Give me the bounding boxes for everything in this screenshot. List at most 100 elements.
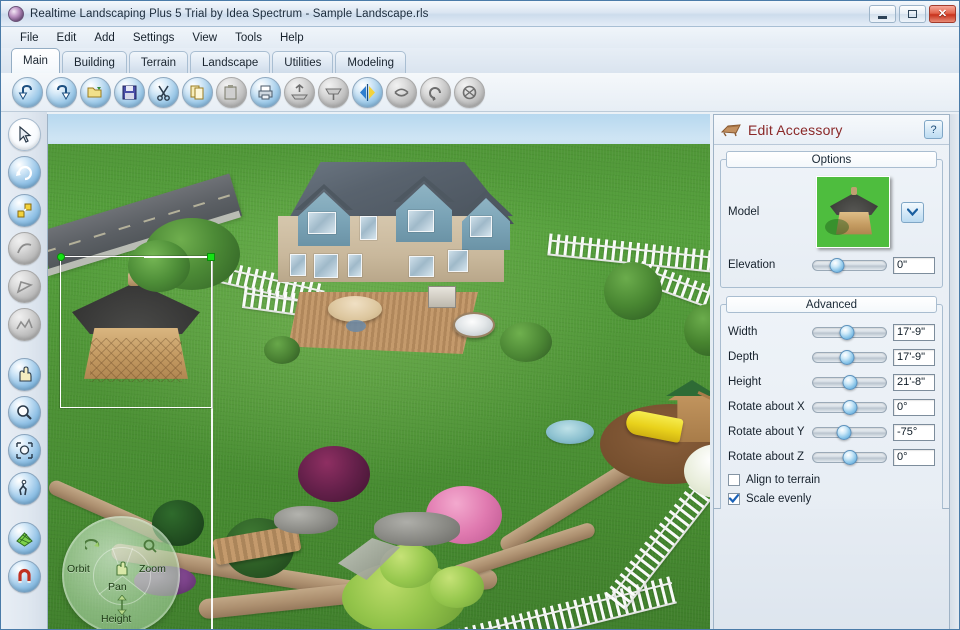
tab-utilities[interactable]: Utilities [272, 51, 334, 73]
select-arrow-button[interactable] [7, 118, 41, 151]
nav-label-height[interactable]: Height [101, 613, 131, 625]
house-window [348, 254, 362, 277]
grill [428, 286, 456, 308]
advanced-row-value[interactable]: 17'-9" [893, 348, 935, 366]
rock-cluster-upper [274, 506, 338, 534]
advanced-row: Rotate about Y -75° [728, 421, 935, 443]
nav-height-icon [117, 595, 127, 615]
menu-item-view[interactable]: View [183, 30, 226, 46]
redo-button[interactable] [46, 76, 77, 108]
walkthrough-button[interactable] [7, 472, 41, 505]
pan-hand-button[interactable] [7, 358, 41, 391]
tab-modeling[interactable]: Modeling [335, 51, 407, 73]
help-button[interactable]: ? [924, 120, 943, 139]
magnet-snap-icon [17, 568, 31, 583]
close-button[interactable]: ✕ [929, 5, 956, 23]
window-title: Realtime Landscaping Plus 5 Trial by Ide… [30, 7, 429, 20]
magnet-snap-button[interactable] [7, 560, 41, 593]
advanced-row-slider[interactable] [812, 374, 887, 390]
model-dropdown-button[interactable] [901, 201, 924, 223]
rotate-right-icon [462, 85, 477, 99]
draw-freehand-button [7, 308, 41, 341]
house-window [360, 216, 377, 240]
scene-render: Orbit Zoom Pan Height [48, 114, 710, 629]
title-bar: Realtime Landscaping Plus 5 Trial by Ide… [1, 1, 959, 27]
rotate-right-button [454, 76, 485, 108]
align-top-button [284, 76, 315, 108]
mirror-button[interactable] [352, 76, 383, 108]
grid-button[interactable] [7, 522, 41, 555]
cut-button[interactable] [148, 76, 179, 108]
advanced-row-value[interactable]: 0° [893, 398, 935, 416]
patio-umbrella [328, 296, 382, 322]
tab-building[interactable]: Building [61, 51, 127, 73]
pond [546, 420, 594, 444]
elevation-value[interactable]: 0" [893, 256, 935, 274]
checkbox-row[interactable]: Scale evenly [728, 490, 935, 507]
advanced-row-value[interactable]: -75° [893, 423, 935, 441]
advanced-row-label: Depth [728, 351, 759, 363]
advanced-row-slider-thumb[interactable] [842, 399, 857, 415]
model-row: Model [728, 176, 935, 248]
open-folder-button[interactable] [80, 76, 111, 108]
zoom-magnifier-button[interactable] [7, 396, 41, 429]
tab-main[interactable]: Main [11, 48, 60, 73]
maximize-button[interactable] [899, 5, 926, 23]
nav-label-pan[interactable]: Pan [108, 581, 127, 593]
menu-item-add[interactable]: Add [85, 30, 123, 46]
menu-item-tools[interactable]: Tools [226, 30, 271, 46]
advanced-row-slider[interactable] [812, 424, 887, 440]
advanced-row-slider-thumb[interactable] [842, 374, 858, 390]
navigation-wheel[interactable]: Orbit Zoom Pan Height [62, 516, 180, 629]
3d-viewport[interactable]: Orbit Zoom Pan Height [47, 114, 710, 629]
minimize-button[interactable] [869, 5, 896, 23]
advanced-row-slider[interactable] [812, 449, 887, 465]
save-button[interactable] [114, 76, 145, 108]
checkbox-row[interactable]: Align to terrain [728, 471, 935, 488]
nav-label-orbit[interactable]: Orbit [67, 563, 90, 575]
tree-right-back [604, 262, 662, 320]
window-controls: ✕ [869, 5, 956, 23]
nav-orbit-icon [85, 539, 100, 550]
checkbox-label: Scale evenly [746, 492, 812, 505]
advanced-row-value[interactable]: 17'-9" [893, 323, 935, 341]
move-tool-button[interactable] [7, 194, 41, 227]
rotate-tool-button[interactable] [7, 156, 41, 189]
tab-strip: Main Building Terrain Landscape Utilities Mod… [1, 48, 959, 73]
advanced-row-slider-thumb[interactable] [839, 349, 855, 365]
advanced-row-slider-thumb[interactable] [836, 424, 852, 440]
align-bottom-icon [325, 88, 342, 100]
undo-button[interactable] [12, 76, 43, 108]
zoom-fit-button[interactable] [7, 434, 41, 467]
right-rail [950, 114, 959, 629]
menu-item-file[interactable]: File [11, 30, 48, 46]
checkbox[interactable] [728, 473, 740, 486]
advanced-row-slider[interactable] [812, 324, 887, 340]
house-window [314, 254, 338, 278]
elevation-slider[interactable] [812, 257, 887, 273]
check-icon [729, 494, 739, 503]
menu-item-help[interactable]: Help [271, 30, 313, 46]
advanced-row-slider[interactable] [812, 349, 887, 365]
gazebo-thumbnail[interactable] [816, 176, 890, 248]
advanced-group-caption: Advanced [726, 296, 937, 313]
checkbox[interactable] [728, 492, 740, 505]
shrub-house-left [264, 336, 300, 364]
application-window: Realtime Landscaping Plus 5 Trial by Ide… [0, 0, 960, 630]
advanced-row-slider-thumb[interactable] [839, 324, 855, 340]
nav-label-zoom[interactable]: Zoom [139, 563, 166, 575]
select-arrow-icon [18, 125, 32, 143]
menu-item-edit[interactable]: Edit [48, 30, 86, 46]
redo-icon [57, 84, 71, 100]
tab-terrain[interactable]: Terrain [128, 51, 189, 73]
advanced-row-slider[interactable] [812, 399, 887, 415]
flip-icon [394, 87, 409, 97]
elevation-slider-thumb[interactable] [829, 257, 845, 273]
menu-item-settings[interactable]: Settings [124, 30, 184, 46]
advanced-row-value[interactable]: 21'-8" [893, 373, 935, 391]
advanced-row-value[interactable]: 0° [893, 448, 935, 466]
tab-landscape[interactable]: Landscape [190, 51, 271, 73]
copy-button[interactable] [182, 76, 213, 108]
print-button[interactable] [250, 76, 281, 108]
advanced-row-slider-thumb[interactable] [842, 449, 857, 465]
